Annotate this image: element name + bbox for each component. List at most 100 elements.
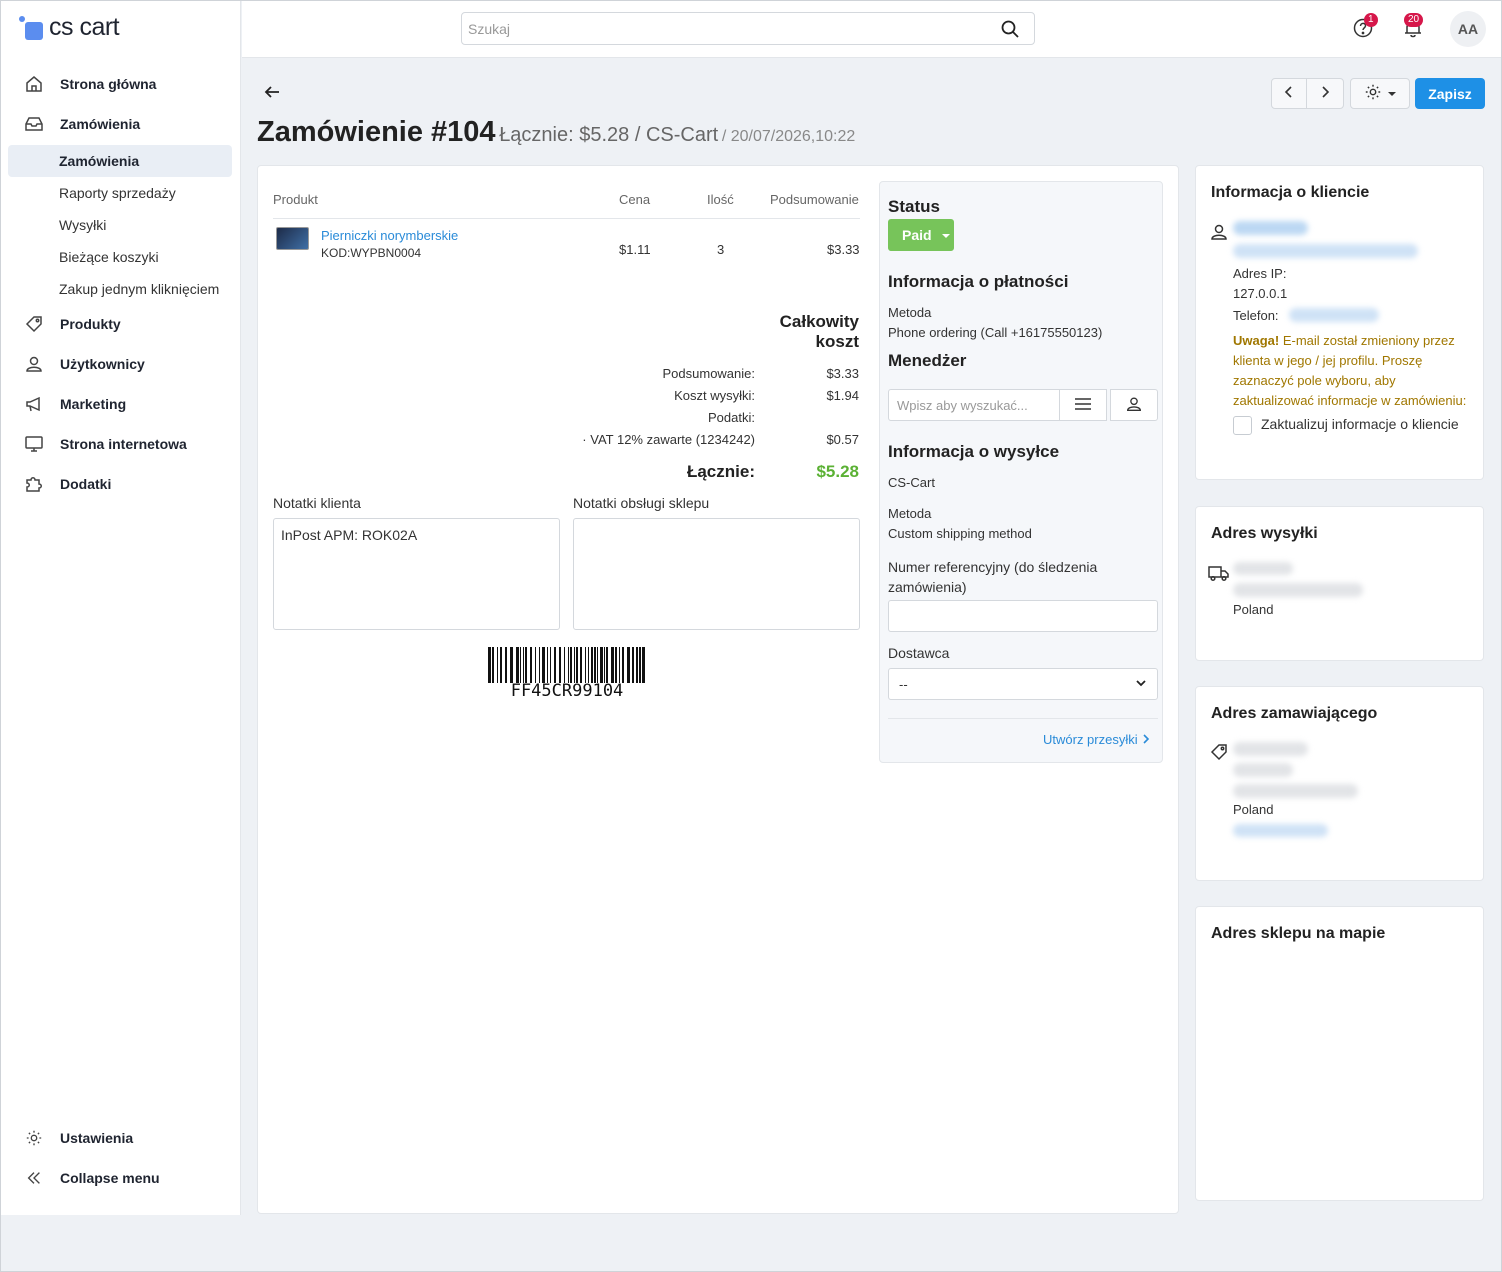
- billing-email-blurred[interactable]: [1233, 824, 1328, 837]
- status-value: Paid: [902, 227, 932, 243]
- logo[interactable]: cs cart: [19, 13, 120, 42]
- shipping-street-blurred: [1233, 583, 1363, 597]
- user-icon: [8, 354, 60, 374]
- manager-search-input[interactable]: Wpisz aby wyszukać...: [888, 389, 1060, 421]
- sidebar-sub-one-click[interactable]: Zakup jednym kliknięciem: [8, 273, 232, 305]
- billing-name-blurred: [1233, 742, 1308, 756]
- notifications-badge: 20: [1404, 13, 1424, 27]
- status-dropdown[interactable]: Paid: [888, 219, 954, 251]
- vat-value: $0.57: [826, 432, 859, 447]
- billing-address-heading: Adres zamawiającego: [1211, 705, 1378, 722]
- col-price: Cena: [619, 192, 651, 207]
- sidebar-item-label: Strona internetowa: [60, 436, 187, 452]
- payment-heading: Informacja o płatności: [888, 272, 1069, 291]
- subtotal-label: Podsumowanie:: [662, 366, 756, 381]
- carrier-select[interactable]: --: [888, 668, 1158, 700]
- user-icon: [1125, 395, 1143, 416]
- avatar[interactable]: AA: [1450, 11, 1486, 47]
- search-placeholder: Szukaj: [468, 20, 511, 37]
- billing-street-blurred: [1233, 784, 1358, 798]
- prev-order-button[interactable]: [1271, 78, 1307, 109]
- sidebar-item-addons[interactable]: Dodatki: [8, 467, 232, 501]
- help-icon: [1352, 18, 1374, 42]
- customer-email-blurred[interactable]: [1233, 244, 1418, 258]
- help-button[interactable]: 1: [1352, 13, 1378, 42]
- customer-notes-textarea[interactable]: InPost APM: ROK02A: [273, 518, 560, 630]
- taxes-label: Podatki:: [708, 410, 755, 425]
- caret-down-icon: [941, 227, 950, 243]
- tag-icon: [1209, 742, 1229, 765]
- shipping-address-heading: Adres wysyłki: [1211, 525, 1318, 542]
- manager-assign-button[interactable]: [1110, 389, 1158, 421]
- barcode-bar: [564, 647, 565, 683]
- home-icon: [8, 74, 60, 94]
- search-input[interactable]: Szukaj: [461, 12, 1035, 45]
- next-order-button[interactable]: [1306, 78, 1344, 109]
- sidebar-sub-carts[interactable]: Bieżące koszyki: [8, 241, 232, 273]
- sidebar-collapse[interactable]: Collapse menu: [8, 1161, 232, 1195]
- barcode-bar: [574, 647, 575, 683]
- barcode-bar: [497, 647, 498, 683]
- sidebar-item-users[interactable]: Użytkownicy: [8, 347, 232, 381]
- update-customer-label[interactable]: Zaktualizuj informacje o kliencie: [1261, 416, 1459, 432]
- logo-icon: [19, 15, 43, 40]
- sidebar-item-home[interactable]: Strona główna: [8, 67, 232, 101]
- staff-notes-label: Notatki obsługi sklepu: [573, 495, 710, 511]
- manager-list-button[interactable]: [1059, 389, 1107, 421]
- monitor-icon: [8, 434, 60, 454]
- create-shipment-link[interactable]: Utwórz przesyłki: [1043, 732, 1151, 747]
- sidebar-item-label: Zamówienia: [60, 116, 141, 132]
- sidebar-item-settings[interactable]: Ustawienia: [8, 1121, 232, 1155]
- sidebar-sub-orders[interactable]: Zamówienia: [8, 145, 232, 177]
- barcode-bar: [520, 647, 521, 683]
- barcode-bar: [594, 647, 596, 683]
- col-qty: Ilość: [707, 192, 734, 207]
- menu-icon: [1074, 397, 1092, 414]
- sidebar-sub-shipments[interactable]: Wysyłki: [8, 209, 232, 241]
- barcode-bar: [547, 647, 548, 683]
- barcode-image: [488, 647, 645, 683]
- store-map-card: [1195, 906, 1484, 1201]
- product-thumbnail[interactable]: [276, 227, 309, 250]
- shipping-method-value: Custom shipping method: [888, 526, 1032, 541]
- barcode-bar: [642, 647, 645, 683]
- barcode-bar: [591, 647, 593, 683]
- chevron-left-icon: [1282, 85, 1296, 102]
- sidebar-item-label: Użytkownicy: [60, 356, 145, 372]
- barcode-bar: [530, 647, 532, 683]
- page-title: Zamówienie #104 Łącznie: $5.28 / CS-Cart…: [257, 116, 855, 149]
- barcode-bar: [559, 647, 561, 683]
- product-code: KOD:WYPBN0004: [321, 246, 422, 260]
- sidebar-item-website[interactable]: Strona internetowa: [8, 427, 232, 461]
- staff-notes-textarea[interactable]: [573, 518, 860, 630]
- shipping-name-blurred: [1233, 562, 1293, 575]
- barcode-bar: [542, 647, 545, 683]
- payment-method-value: Phone ordering (Call +16175550123): [888, 325, 1103, 340]
- customer-name-blurred[interactable]: [1233, 221, 1308, 235]
- barcode-bar: [554, 647, 556, 683]
- product-qty: 3: [717, 242, 725, 257]
- sidebar-item-marketing[interactable]: Marketing: [8, 387, 232, 421]
- tracking-number-input[interactable]: [888, 600, 1158, 632]
- barcode-bar: [588, 647, 589, 683]
- notifications-button[interactable]: 20: [1402, 13, 1424, 42]
- save-button[interactable]: Zapisz: [1415, 78, 1485, 109]
- sidebar-item-orders[interactable]: Zamówienia: [8, 107, 232, 141]
- create-shipment-label: Utwórz przesyłki: [1043, 732, 1138, 747]
- barcode-bar: [576, 647, 578, 683]
- subtotal-value: $3.33: [826, 366, 859, 381]
- product-link[interactable]: Pierniczki norymberskie: [321, 228, 458, 243]
- sidebar-item-products[interactable]: Produkty: [8, 307, 232, 341]
- divider: [273, 218, 860, 219]
- warning-bold: Uwaga!: [1233, 333, 1280, 348]
- update-customer-checkbox[interactable]: [1233, 416, 1252, 435]
- back-arrow-icon[interactable]: [262, 82, 282, 105]
- search-icon[interactable]: [1000, 19, 1020, 42]
- phone-value-blurred[interactable]: [1289, 308, 1379, 322]
- settings-dropdown-button[interactable]: [1350, 78, 1410, 109]
- billing-country: Poland: [1233, 802, 1274, 817]
- barcode-bar: [639, 647, 641, 683]
- sidebar-sub-sales-reports[interactable]: Raporty sprzedaży: [8, 177, 232, 209]
- user-icon: [1209, 222, 1229, 245]
- barcode-bar: [600, 647, 603, 683]
